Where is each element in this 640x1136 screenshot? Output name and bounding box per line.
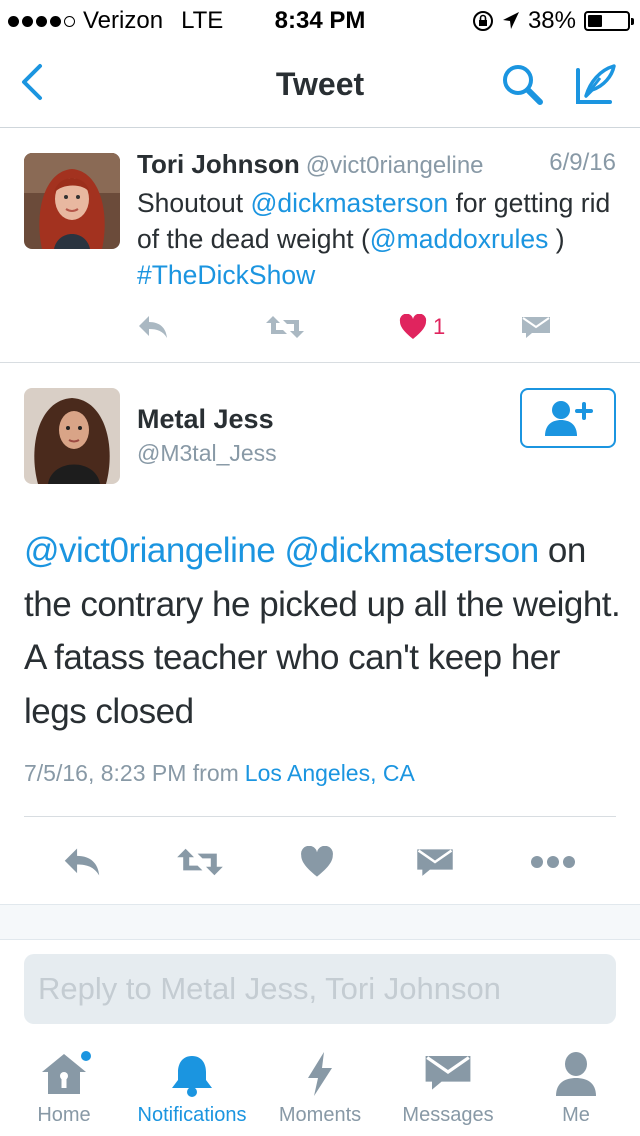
retweet-icon xyxy=(266,316,304,338)
tab-label: Messages xyxy=(402,1104,494,1126)
tweet-actions xyxy=(0,840,640,884)
tab-messages[interactable]: Messages xyxy=(384,1040,512,1136)
heart-icon xyxy=(301,846,333,877)
envelope-icon xyxy=(522,317,550,338)
lightning-icon xyxy=(308,1052,332,1096)
tab-label: Moments xyxy=(278,1104,362,1126)
author-name[interactable]: Metal Jess xyxy=(137,404,274,435)
person-icon xyxy=(556,1052,596,1096)
avatar[interactable] xyxy=(24,153,120,249)
reply-icon xyxy=(139,316,167,338)
tab-label: Me xyxy=(562,1104,590,1126)
mention-link[interactable]: @vict0riangeline xyxy=(24,531,276,570)
author-handle[interactable]: @vict0riangeline xyxy=(306,152,484,179)
bell-icon xyxy=(172,1056,212,1097)
tweet-date: 6/9/16 xyxy=(549,149,616,176)
tab-me[interactable]: Me xyxy=(512,1040,640,1136)
tab-home[interactable]: Home xyxy=(0,1040,128,1136)
reply-field[interactable] xyxy=(24,954,616,1024)
like-button[interactable]: 1 xyxy=(399,309,445,345)
author-name[interactable]: Tori Johnson xyxy=(137,149,300,179)
rotation-lock-icon xyxy=(472,11,493,31)
like-button[interactable] xyxy=(300,840,334,884)
search-button[interactable] xyxy=(498,60,546,108)
author-handle[interactable]: @M3tal_Jess xyxy=(137,440,277,467)
compose-tweet-button[interactable] xyxy=(572,60,620,108)
parent-tweet[interactable]: Tori Johnson @vict0riangeline 6/9/16 Shou… xyxy=(0,129,640,363)
tweet-actions: 1 xyxy=(137,309,557,345)
retweet-button[interactable] xyxy=(265,309,305,345)
location-arrow-icon xyxy=(502,12,519,29)
tab-notifications[interactable]: Notifications xyxy=(128,1040,256,1136)
heart-icon xyxy=(399,314,427,339)
navigation-bar: Tweet xyxy=(0,40,640,128)
tweet-text: Shoutout @dickmasterson for getting rid … xyxy=(137,188,611,290)
mention-link[interactable]: @dickmasterson xyxy=(285,531,540,570)
avatar[interactable] xyxy=(24,388,120,484)
reply-button[interactable] xyxy=(62,840,102,884)
mention-link[interactable]: @dickmasterson xyxy=(250,188,448,218)
more-dots-icon xyxy=(531,856,575,868)
add-user-icon xyxy=(545,401,593,436)
envelope-icon xyxy=(417,849,453,876)
search-icon xyxy=(503,65,543,105)
retweet-button[interactable] xyxy=(176,840,224,884)
mention-link[interactable]: @maddoxrules xyxy=(370,224,549,254)
compose-quill-icon xyxy=(576,64,616,104)
home-icon xyxy=(42,1051,91,1094)
focused-tweet: Metal Jess @M3tal_Jess @vict0riangeline … xyxy=(0,364,640,904)
reply-input[interactable] xyxy=(38,971,602,1007)
battery-percent: 38% xyxy=(527,7,576,34)
location-link[interactable]: Los Angeles, CA xyxy=(245,760,415,786)
direct-message-button[interactable] xyxy=(521,309,551,345)
status-bar: Verizon LTE 8:34 PM 38% xyxy=(0,0,640,40)
direct-message-button[interactable] xyxy=(416,840,454,884)
tweet-meta: 7/5/16, 8:23 PM from Los Angeles, CA xyxy=(24,760,415,787)
divider xyxy=(24,816,616,817)
follow-button[interactable] xyxy=(520,388,616,448)
like-count: 1 xyxy=(433,314,446,339)
section-separator xyxy=(0,904,640,940)
tab-bar: Home Notifications Moments Messages Me xyxy=(0,1040,640,1136)
battery-icon xyxy=(584,11,634,31)
tab-label: Notifications xyxy=(137,1104,247,1126)
tweet-text: @vict0riangeline @dickmasterson on the c… xyxy=(24,531,621,731)
reply-icon xyxy=(64,848,100,876)
reply-button[interactable] xyxy=(137,309,169,345)
tweet-timestamp: 7/5/16, 8:23 PM from xyxy=(24,760,239,786)
hashtag-link[interactable]: #TheDickShow xyxy=(137,260,315,290)
tab-moments[interactable]: Moments xyxy=(256,1040,384,1136)
envelope-icon xyxy=(425,1056,471,1090)
retweet-icon xyxy=(177,848,223,876)
more-options-button[interactable] xyxy=(530,840,576,884)
